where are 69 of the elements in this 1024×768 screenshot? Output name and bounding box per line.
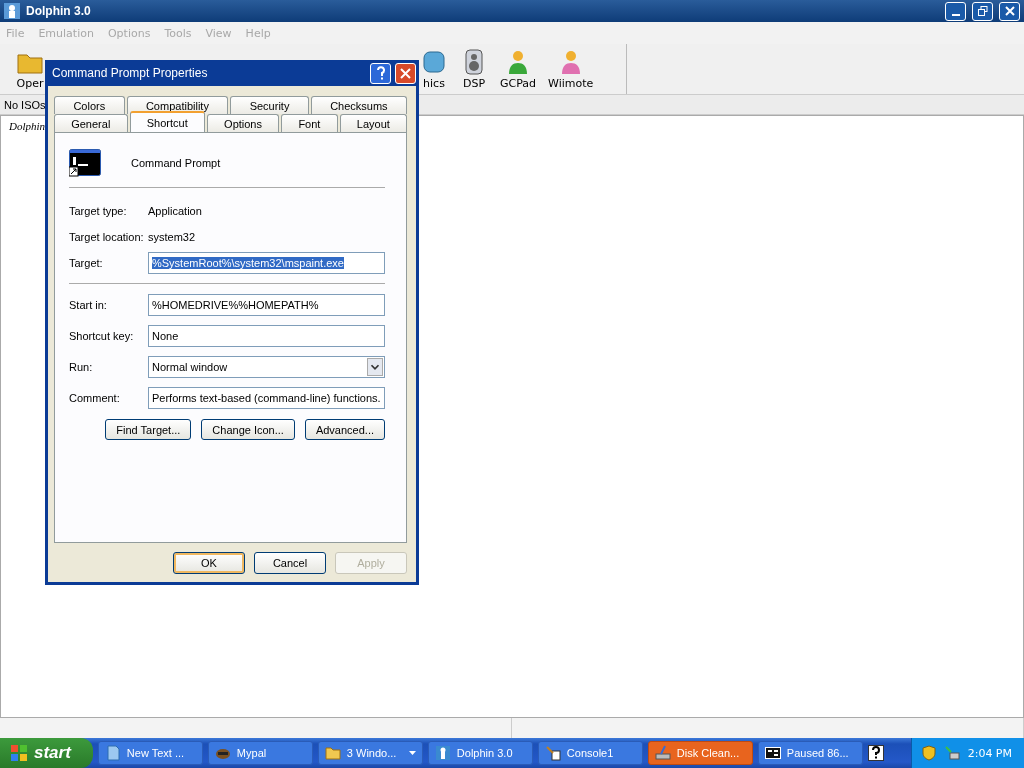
target-field[interactable]: %SystemRoot%\system32\mspaint.exe xyxy=(148,252,385,274)
field-label: Target: xyxy=(69,257,104,269)
tab[interactable]: Security xyxy=(230,96,309,114)
minimize-button[interactable] xyxy=(945,1,966,21)
shield-icon[interactable] xyxy=(921,745,936,761)
folder-icon xyxy=(324,745,341,761)
tab[interactable]: Font xyxy=(281,114,338,132)
toolbar-button[interactable]: Wiimote xyxy=(548,49,594,90)
cylinder-icon xyxy=(420,49,448,75)
tools-icon xyxy=(544,745,561,761)
field-value: system32 xyxy=(148,231,196,243)
archive-icon xyxy=(764,745,781,761)
figure-icon xyxy=(434,745,451,761)
restore-icon xyxy=(977,6,988,16)
dialog-title: Command Prompt Properties xyxy=(52,66,209,80)
field-label: Target type: xyxy=(69,205,128,217)
tab[interactable]: Shortcut xyxy=(129,111,205,132)
dialog-button[interactable]: OK xyxy=(173,552,245,574)
close-button[interactable] xyxy=(999,1,1020,21)
shortcut-name: Command Prompt xyxy=(131,157,221,169)
field-label: Shortcut key: xyxy=(69,330,135,342)
disk-cleanup-icon xyxy=(654,745,671,761)
action-button[interactable]: Find Target... xyxy=(105,419,192,440)
toolbar-button[interactable]: hics xyxy=(420,49,448,90)
restore-button[interactable] xyxy=(972,1,993,21)
field-label: Start in: xyxy=(69,299,108,311)
window-title: Dolphin 3.0 xyxy=(26,4,91,18)
console-icon xyxy=(69,149,101,177)
minimize-icon xyxy=(951,14,960,16)
run-dropdown[interactable]: Normal window xyxy=(148,356,385,378)
field-value: Application xyxy=(148,205,202,217)
dialog-button[interactable]: Cancel xyxy=(254,552,326,574)
toolbar-button[interactable]: Oper xyxy=(16,49,44,90)
action-button[interactable]: Advanced... xyxy=(304,419,385,440)
notepad-icon xyxy=(104,745,121,761)
close-button[interactable] xyxy=(395,62,416,84)
app-icon xyxy=(4,3,20,19)
action-button[interactable]: Change Icon... xyxy=(201,419,295,440)
network-icon[interactable] xyxy=(943,745,960,761)
tab[interactable]: Checksums xyxy=(310,96,407,114)
help-icon[interactable] xyxy=(867,745,884,761)
tab[interactable]: Colors xyxy=(54,96,125,114)
list-row[interactable]: Dolphin xyxy=(9,120,46,132)
field-label: Target location: xyxy=(69,231,145,243)
tab[interactable]: Compatibility xyxy=(126,96,229,114)
tab[interactable]: Layout xyxy=(339,114,408,132)
toolbar-button[interactable]: GCPad xyxy=(500,49,537,90)
tab[interactable]: Options xyxy=(206,114,280,132)
taskbar-button[interactable]: New Text ... xyxy=(97,741,203,765)
selected-text: %SystemRoot%\system32\mspaint.exe xyxy=(152,257,344,269)
taskbar-button[interactable]: Console1 xyxy=(537,741,643,765)
question-icon xyxy=(375,66,386,80)
close-icon xyxy=(1004,6,1015,16)
help-button[interactable] xyxy=(370,62,391,84)
input-field[interactable]: None xyxy=(148,325,385,347)
taskbar-button[interactable]: 3 Windo... xyxy=(317,741,423,765)
start-button[interactable]: start xyxy=(0,738,93,768)
taskbar-button[interactable]: Dolphin 3.0 xyxy=(427,741,533,765)
taskbar-button[interactable]: Paused 86... xyxy=(757,741,863,765)
input-field[interactable]: Performs text-based (command-line) functions. xyxy=(148,387,385,409)
windows-logo-icon xyxy=(10,744,28,762)
input-field[interactable]: %HOMEDRIVE%%HOMEPATH% xyxy=(148,294,385,316)
field-label: Run: xyxy=(69,361,94,373)
taskbar-button[interactable]: Mypal xyxy=(207,741,313,765)
field-label: Comment: xyxy=(69,392,121,404)
tab[interactable]: General xyxy=(54,114,128,132)
close-icon xyxy=(400,67,411,79)
toolbar-button[interactable]: DSP xyxy=(460,49,488,90)
clock: 2:04 PM xyxy=(967,746,1012,760)
